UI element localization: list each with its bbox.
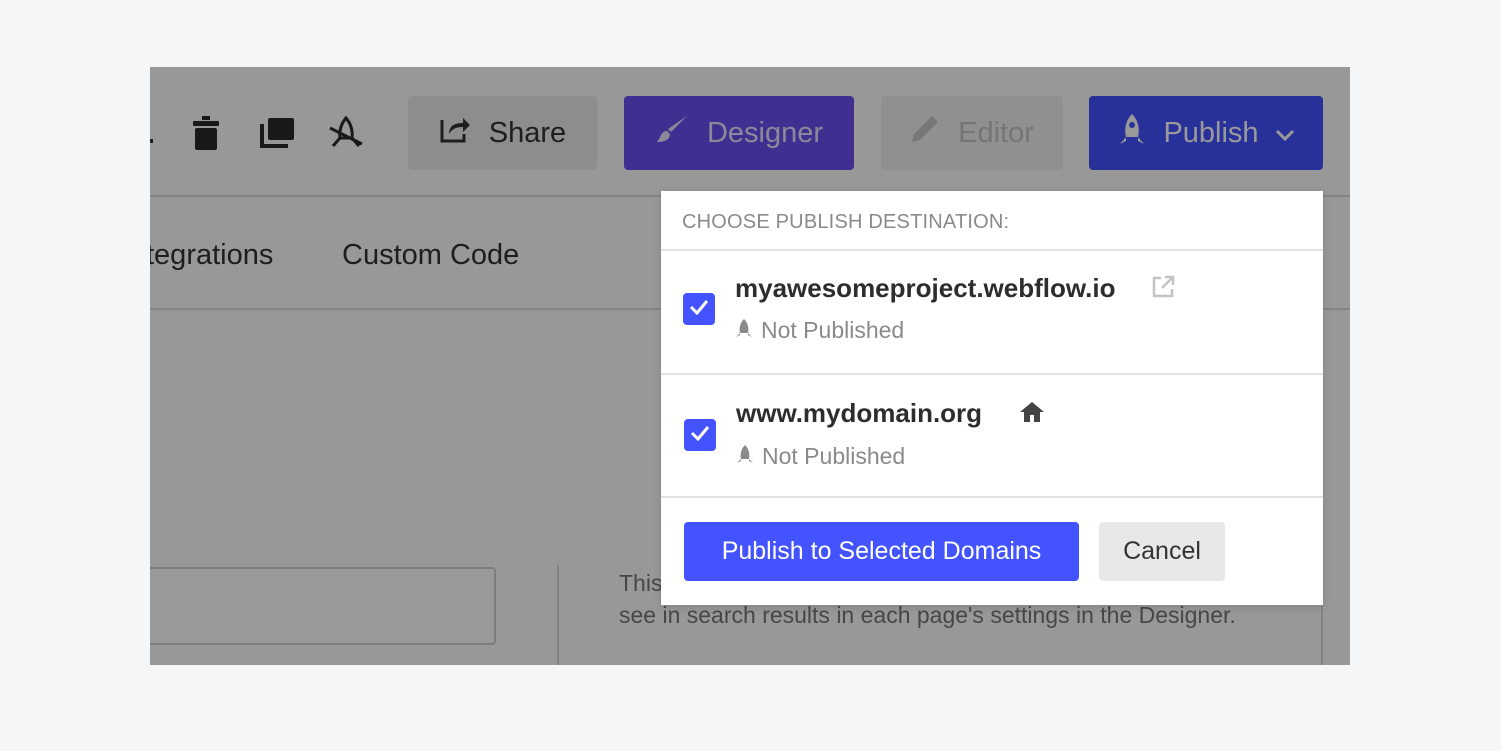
rocket-icon [735,317,753,344]
dropdown-header-title: CHOOSE PUBLISH DESTINATION: [682,211,1010,233]
checkmark-icon [690,425,710,446]
dropdown-header: CHOOSE PUBLISH DESTINATION: [661,191,1323,251]
destination-checkbox[interactable] [683,293,715,325]
destination-status: Not Published [736,443,905,470]
destination-row[interactable]: myawesomeproject.webflow.io Not Publishe… [661,251,1323,375]
destination-status: Not Published [735,317,904,344]
external-link-icon[interactable] [1151,275,1175,304]
destination-domain: myawesomeproject.webflow.io [735,273,1116,303]
rocket-icon [736,443,754,470]
publish-destination-dropdown: CHOOSE PUBLISH DESTINATION: myawesomepro… [661,191,1323,605]
publish-to-selected-domains-button[interactable]: Publish to Selected Domains [684,522,1079,581]
destination-domain: www.mydomain.org [736,398,983,428]
status-text: Not Published [762,443,906,469]
checkmark-icon [689,299,709,320]
status-text: Not Published [761,317,905,343]
destination-row[interactable]: www.mydomain.org Not Published [661,375,1323,498]
destination-checkbox[interactable] [684,419,716,451]
cancel-button[interactable]: Cancel [1099,522,1225,581]
home-icon [1019,401,1045,428]
